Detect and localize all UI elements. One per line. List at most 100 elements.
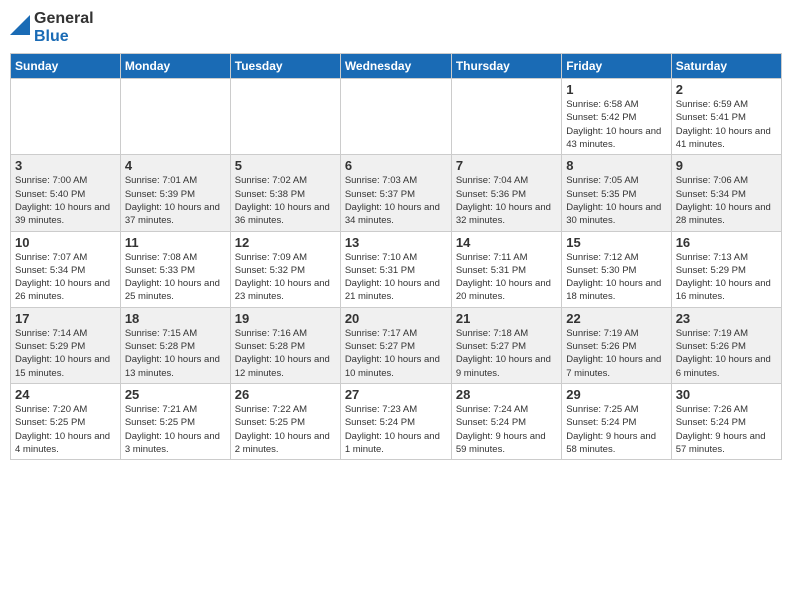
day-info: Sunrise: 7:03 AM Sunset: 5:37 PM Dayligh… <box>345 174 447 227</box>
calendar-week-row: 17Sunrise: 7:14 AM Sunset: 5:29 PM Dayli… <box>11 307 782 383</box>
day-number: 6 <box>345 158 447 173</box>
calendar-week-row: 10Sunrise: 7:07 AM Sunset: 5:34 PM Dayli… <box>11 231 782 307</box>
weekday-header-tuesday: Tuesday <box>230 54 340 79</box>
day-number: 21 <box>456 311 557 326</box>
calendar-day-cell: 9Sunrise: 7:06 AM Sunset: 5:34 PM Daylig… <box>671 155 781 231</box>
day-number: 5 <box>235 158 336 173</box>
calendar-day-cell: 12Sunrise: 7:09 AM Sunset: 5:32 PM Dayli… <box>230 231 340 307</box>
day-info: Sunrise: 7:22 AM Sunset: 5:25 PM Dayligh… <box>235 403 336 456</box>
day-info: Sunrise: 7:12 AM Sunset: 5:30 PM Dayligh… <box>566 251 666 304</box>
day-number: 29 <box>566 387 666 402</box>
weekday-header-row: SundayMondayTuesdayWednesdayThursdayFrid… <box>11 54 782 79</box>
calendar-day-cell: 8Sunrise: 7:05 AM Sunset: 5:35 PM Daylig… <box>562 155 671 231</box>
calendar-empty-cell <box>120 79 230 155</box>
day-number: 10 <box>15 235 116 250</box>
calendar-day-cell: 6Sunrise: 7:03 AM Sunset: 5:37 PM Daylig… <box>340 155 451 231</box>
logo: General Blue <box>10 10 94 45</box>
day-number: 14 <box>456 235 557 250</box>
calendar-day-cell: 23Sunrise: 7:19 AM Sunset: 5:26 PM Dayli… <box>671 307 781 383</box>
day-info: Sunrise: 7:20 AM Sunset: 5:25 PM Dayligh… <box>15 403 116 456</box>
weekday-header-thursday: Thursday <box>451 54 561 79</box>
calendar-day-cell: 10Sunrise: 7:07 AM Sunset: 5:34 PM Dayli… <box>11 231 121 307</box>
day-number: 26 <box>235 387 336 402</box>
day-info: Sunrise: 7:17 AM Sunset: 5:27 PM Dayligh… <box>345 327 447 380</box>
day-info: Sunrise: 7:09 AM Sunset: 5:32 PM Dayligh… <box>235 251 336 304</box>
day-info: Sunrise: 6:59 AM Sunset: 5:41 PM Dayligh… <box>676 98 777 151</box>
calendar-empty-cell <box>230 79 340 155</box>
day-info: Sunrise: 7:11 AM Sunset: 5:31 PM Dayligh… <box>456 251 557 304</box>
day-info: Sunrise: 7:21 AM Sunset: 5:25 PM Dayligh… <box>125 403 226 456</box>
day-info: Sunrise: 7:06 AM Sunset: 5:34 PM Dayligh… <box>676 174 777 227</box>
day-info: Sunrise: 7:13 AM Sunset: 5:29 PM Dayligh… <box>676 251 777 304</box>
day-info: Sunrise: 7:05 AM Sunset: 5:35 PM Dayligh… <box>566 174 666 227</box>
day-number: 13 <box>345 235 447 250</box>
calendar-day-cell: 13Sunrise: 7:10 AM Sunset: 5:31 PM Dayli… <box>340 231 451 307</box>
header: General Blue <box>10 10 782 45</box>
day-number: 20 <box>345 311 447 326</box>
day-number: 15 <box>566 235 666 250</box>
calendar-empty-cell <box>11 79 121 155</box>
day-info: Sunrise: 7:08 AM Sunset: 5:33 PM Dayligh… <box>125 251 226 304</box>
calendar-day-cell: 5Sunrise: 7:02 AM Sunset: 5:38 PM Daylig… <box>230 155 340 231</box>
day-info: Sunrise: 7:26 AM Sunset: 5:24 PM Dayligh… <box>676 403 777 456</box>
calendar-day-cell: 15Sunrise: 7:12 AM Sunset: 5:30 PM Dayli… <box>562 231 671 307</box>
day-info: Sunrise: 7:19 AM Sunset: 5:26 PM Dayligh… <box>566 327 666 380</box>
day-number: 17 <box>15 311 116 326</box>
day-number: 7 <box>456 158 557 173</box>
logo-blue-label: Blue <box>34 28 94 46</box>
day-info: Sunrise: 7:10 AM Sunset: 5:31 PM Dayligh… <box>345 251 447 304</box>
day-info: Sunrise: 7:16 AM Sunset: 5:28 PM Dayligh… <box>235 327 336 380</box>
day-info: Sunrise: 7:14 AM Sunset: 5:29 PM Dayligh… <box>15 327 116 380</box>
weekday-header-sunday: Sunday <box>11 54 121 79</box>
weekday-header-friday: Friday <box>562 54 671 79</box>
calendar-day-cell: 24Sunrise: 7:20 AM Sunset: 5:25 PM Dayli… <box>11 383 121 459</box>
day-info: Sunrise: 7:01 AM Sunset: 5:39 PM Dayligh… <box>125 174 226 227</box>
day-info: Sunrise: 7:04 AM Sunset: 5:36 PM Dayligh… <box>456 174 557 227</box>
calendar-day-cell: 26Sunrise: 7:22 AM Sunset: 5:25 PM Dayli… <box>230 383 340 459</box>
calendar-day-cell: 14Sunrise: 7:11 AM Sunset: 5:31 PM Dayli… <box>451 231 561 307</box>
calendar-day-cell: 19Sunrise: 7:16 AM Sunset: 5:28 PM Dayli… <box>230 307 340 383</box>
calendar-week-row: 24Sunrise: 7:20 AM Sunset: 5:25 PM Dayli… <box>11 383 782 459</box>
day-number: 24 <box>15 387 116 402</box>
calendar-day-cell: 20Sunrise: 7:17 AM Sunset: 5:27 PM Dayli… <box>340 307 451 383</box>
calendar-day-cell: 22Sunrise: 7:19 AM Sunset: 5:26 PM Dayli… <box>562 307 671 383</box>
day-number: 8 <box>566 158 666 173</box>
calendar-day-cell: 28Sunrise: 7:24 AM Sunset: 5:24 PM Dayli… <box>451 383 561 459</box>
calendar-empty-cell <box>340 79 451 155</box>
day-number: 11 <box>125 235 226 250</box>
page: General Blue SundayMondayTuesdayWednesda… <box>0 0 792 612</box>
calendar-day-cell: 16Sunrise: 7:13 AM Sunset: 5:29 PM Dayli… <box>671 231 781 307</box>
day-number: 19 <box>235 311 336 326</box>
day-number: 30 <box>676 387 777 402</box>
day-info: Sunrise: 6:58 AM Sunset: 5:42 PM Dayligh… <box>566 98 666 151</box>
day-number: 23 <box>676 311 777 326</box>
calendar-week-row: 3Sunrise: 7:00 AM Sunset: 5:40 PM Daylig… <box>11 155 782 231</box>
day-number: 25 <box>125 387 226 402</box>
calendar-day-cell: 27Sunrise: 7:23 AM Sunset: 5:24 PM Dayli… <box>340 383 451 459</box>
day-number: 12 <box>235 235 336 250</box>
day-info: Sunrise: 7:25 AM Sunset: 5:24 PM Dayligh… <box>566 403 666 456</box>
calendar-day-cell: 7Sunrise: 7:04 AM Sunset: 5:36 PM Daylig… <box>451 155 561 231</box>
day-number: 9 <box>676 158 777 173</box>
calendar-day-cell: 4Sunrise: 7:01 AM Sunset: 5:39 PM Daylig… <box>120 155 230 231</box>
day-number: 3 <box>15 158 116 173</box>
calendar-day-cell: 2Sunrise: 6:59 AM Sunset: 5:41 PM Daylig… <box>671 79 781 155</box>
day-info: Sunrise: 7:07 AM Sunset: 5:34 PM Dayligh… <box>15 251 116 304</box>
calendar-day-cell: 30Sunrise: 7:26 AM Sunset: 5:24 PM Dayli… <box>671 383 781 459</box>
day-number: 4 <box>125 158 226 173</box>
day-info: Sunrise: 7:24 AM Sunset: 5:24 PM Dayligh… <box>456 403 557 456</box>
weekday-header-monday: Monday <box>120 54 230 79</box>
calendar-day-cell: 3Sunrise: 7:00 AM Sunset: 5:40 PM Daylig… <box>11 155 121 231</box>
day-number: 1 <box>566 82 666 97</box>
day-info: Sunrise: 7:23 AM Sunset: 5:24 PM Dayligh… <box>345 403 447 456</box>
day-number: 18 <box>125 311 226 326</box>
day-number: 2 <box>676 82 777 97</box>
logo-flag-icon <box>10 15 30 35</box>
day-number: 16 <box>676 235 777 250</box>
day-info: Sunrise: 7:19 AM Sunset: 5:26 PM Dayligh… <box>676 327 777 380</box>
calendar-day-cell: 11Sunrise: 7:08 AM Sunset: 5:33 PM Dayli… <box>120 231 230 307</box>
calendar-day-cell: 1Sunrise: 6:58 AM Sunset: 5:42 PM Daylig… <box>562 79 671 155</box>
day-number: 28 <box>456 387 557 402</box>
calendar-table: SundayMondayTuesdayWednesdayThursdayFrid… <box>10 53 782 460</box>
weekday-header-wednesday: Wednesday <box>340 54 451 79</box>
